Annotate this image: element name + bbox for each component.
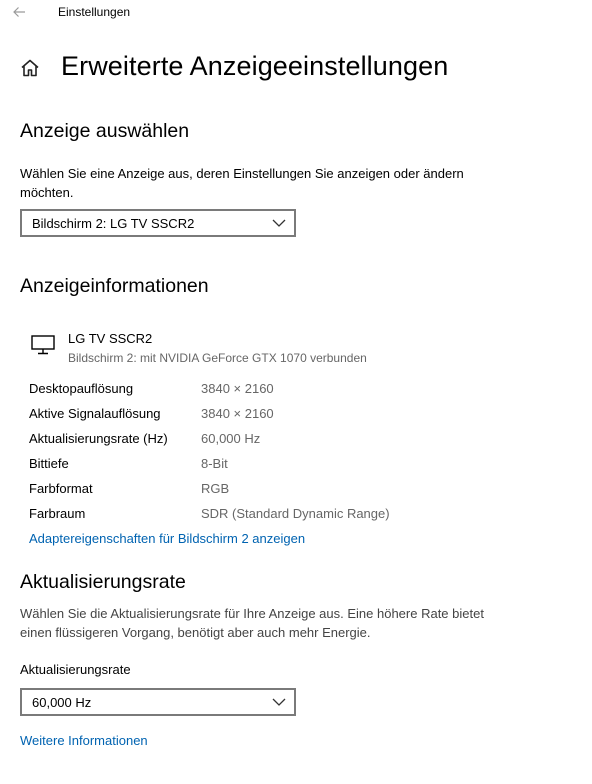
refresh-rate-description: Wählen Sie die Aktualisierungsrate für I… bbox=[20, 606, 484, 640]
back-button[interactable] bbox=[8, 2, 32, 22]
adapter-properties-link[interactable]: Adaptereigenschaften für Bildschirm 2 an… bbox=[29, 531, 305, 546]
display-select-dropdown[interactable]: Bildschirm 2: LG TV SSCR2 bbox=[20, 209, 296, 237]
monitor-name: LG TV SSCR2 bbox=[68, 331, 153, 346]
monitor-subtitle: Bildschirm 2: mit NVIDIA GeForce GTX 107… bbox=[68, 351, 367, 365]
info-value: 60,000 Hz bbox=[201, 431, 261, 446]
info-key: Farbformat bbox=[29, 481, 93, 496]
refresh-rate-value: 60,000 Hz bbox=[32, 695, 92, 710]
monitor-icon bbox=[31, 335, 55, 355]
title-bar: Einstellungen bbox=[0, 0, 592, 26]
info-key: Desktopauflösung bbox=[29, 381, 134, 396]
info-value: RGB bbox=[201, 481, 230, 496]
refresh-rate-dropdown[interactable]: 60,000 Hz bbox=[20, 688, 296, 716]
window-title: Einstellungen bbox=[58, 5, 131, 19]
chevron-down-icon bbox=[272, 219, 286, 227]
select-display-heading: Anzeige auswählen bbox=[20, 120, 190, 142]
select-display-description: Wählen Sie eine Anzeige aus, deren Einst… bbox=[20, 166, 464, 200]
arrow-left-icon bbox=[13, 7, 25, 17]
display-info-heading: Anzeigeinformationen bbox=[20, 275, 209, 297]
info-value: 3840 × 2160 bbox=[201, 381, 274, 396]
more-info-link[interactable]: Weitere Informationen bbox=[20, 733, 148, 748]
info-key: Farbraum bbox=[29, 506, 86, 521]
refresh-rate-heading: Aktualisierungsrate bbox=[20, 571, 186, 593]
info-value: 3840 × 2160 bbox=[201, 406, 274, 421]
info-value: 8-Bit bbox=[201, 456, 228, 471]
info-key: Aktualisierungsrate (Hz) bbox=[29, 431, 168, 446]
chevron-down-icon bbox=[272, 698, 286, 706]
display-select-value: Bildschirm 2: LG TV SSCR2 bbox=[32, 216, 195, 231]
home-icon[interactable] bbox=[19, 57, 41, 79]
refresh-rate-label: Aktualisierungsrate bbox=[20, 662, 131, 677]
info-key: Bittiefe bbox=[29, 456, 69, 471]
info-key: Aktive Signalauflösung bbox=[29, 406, 161, 421]
page-title: Erweiterte Anzeigeeinstellungen bbox=[61, 51, 449, 81]
info-value: SDR (Standard Dynamic Range) bbox=[201, 506, 390, 521]
